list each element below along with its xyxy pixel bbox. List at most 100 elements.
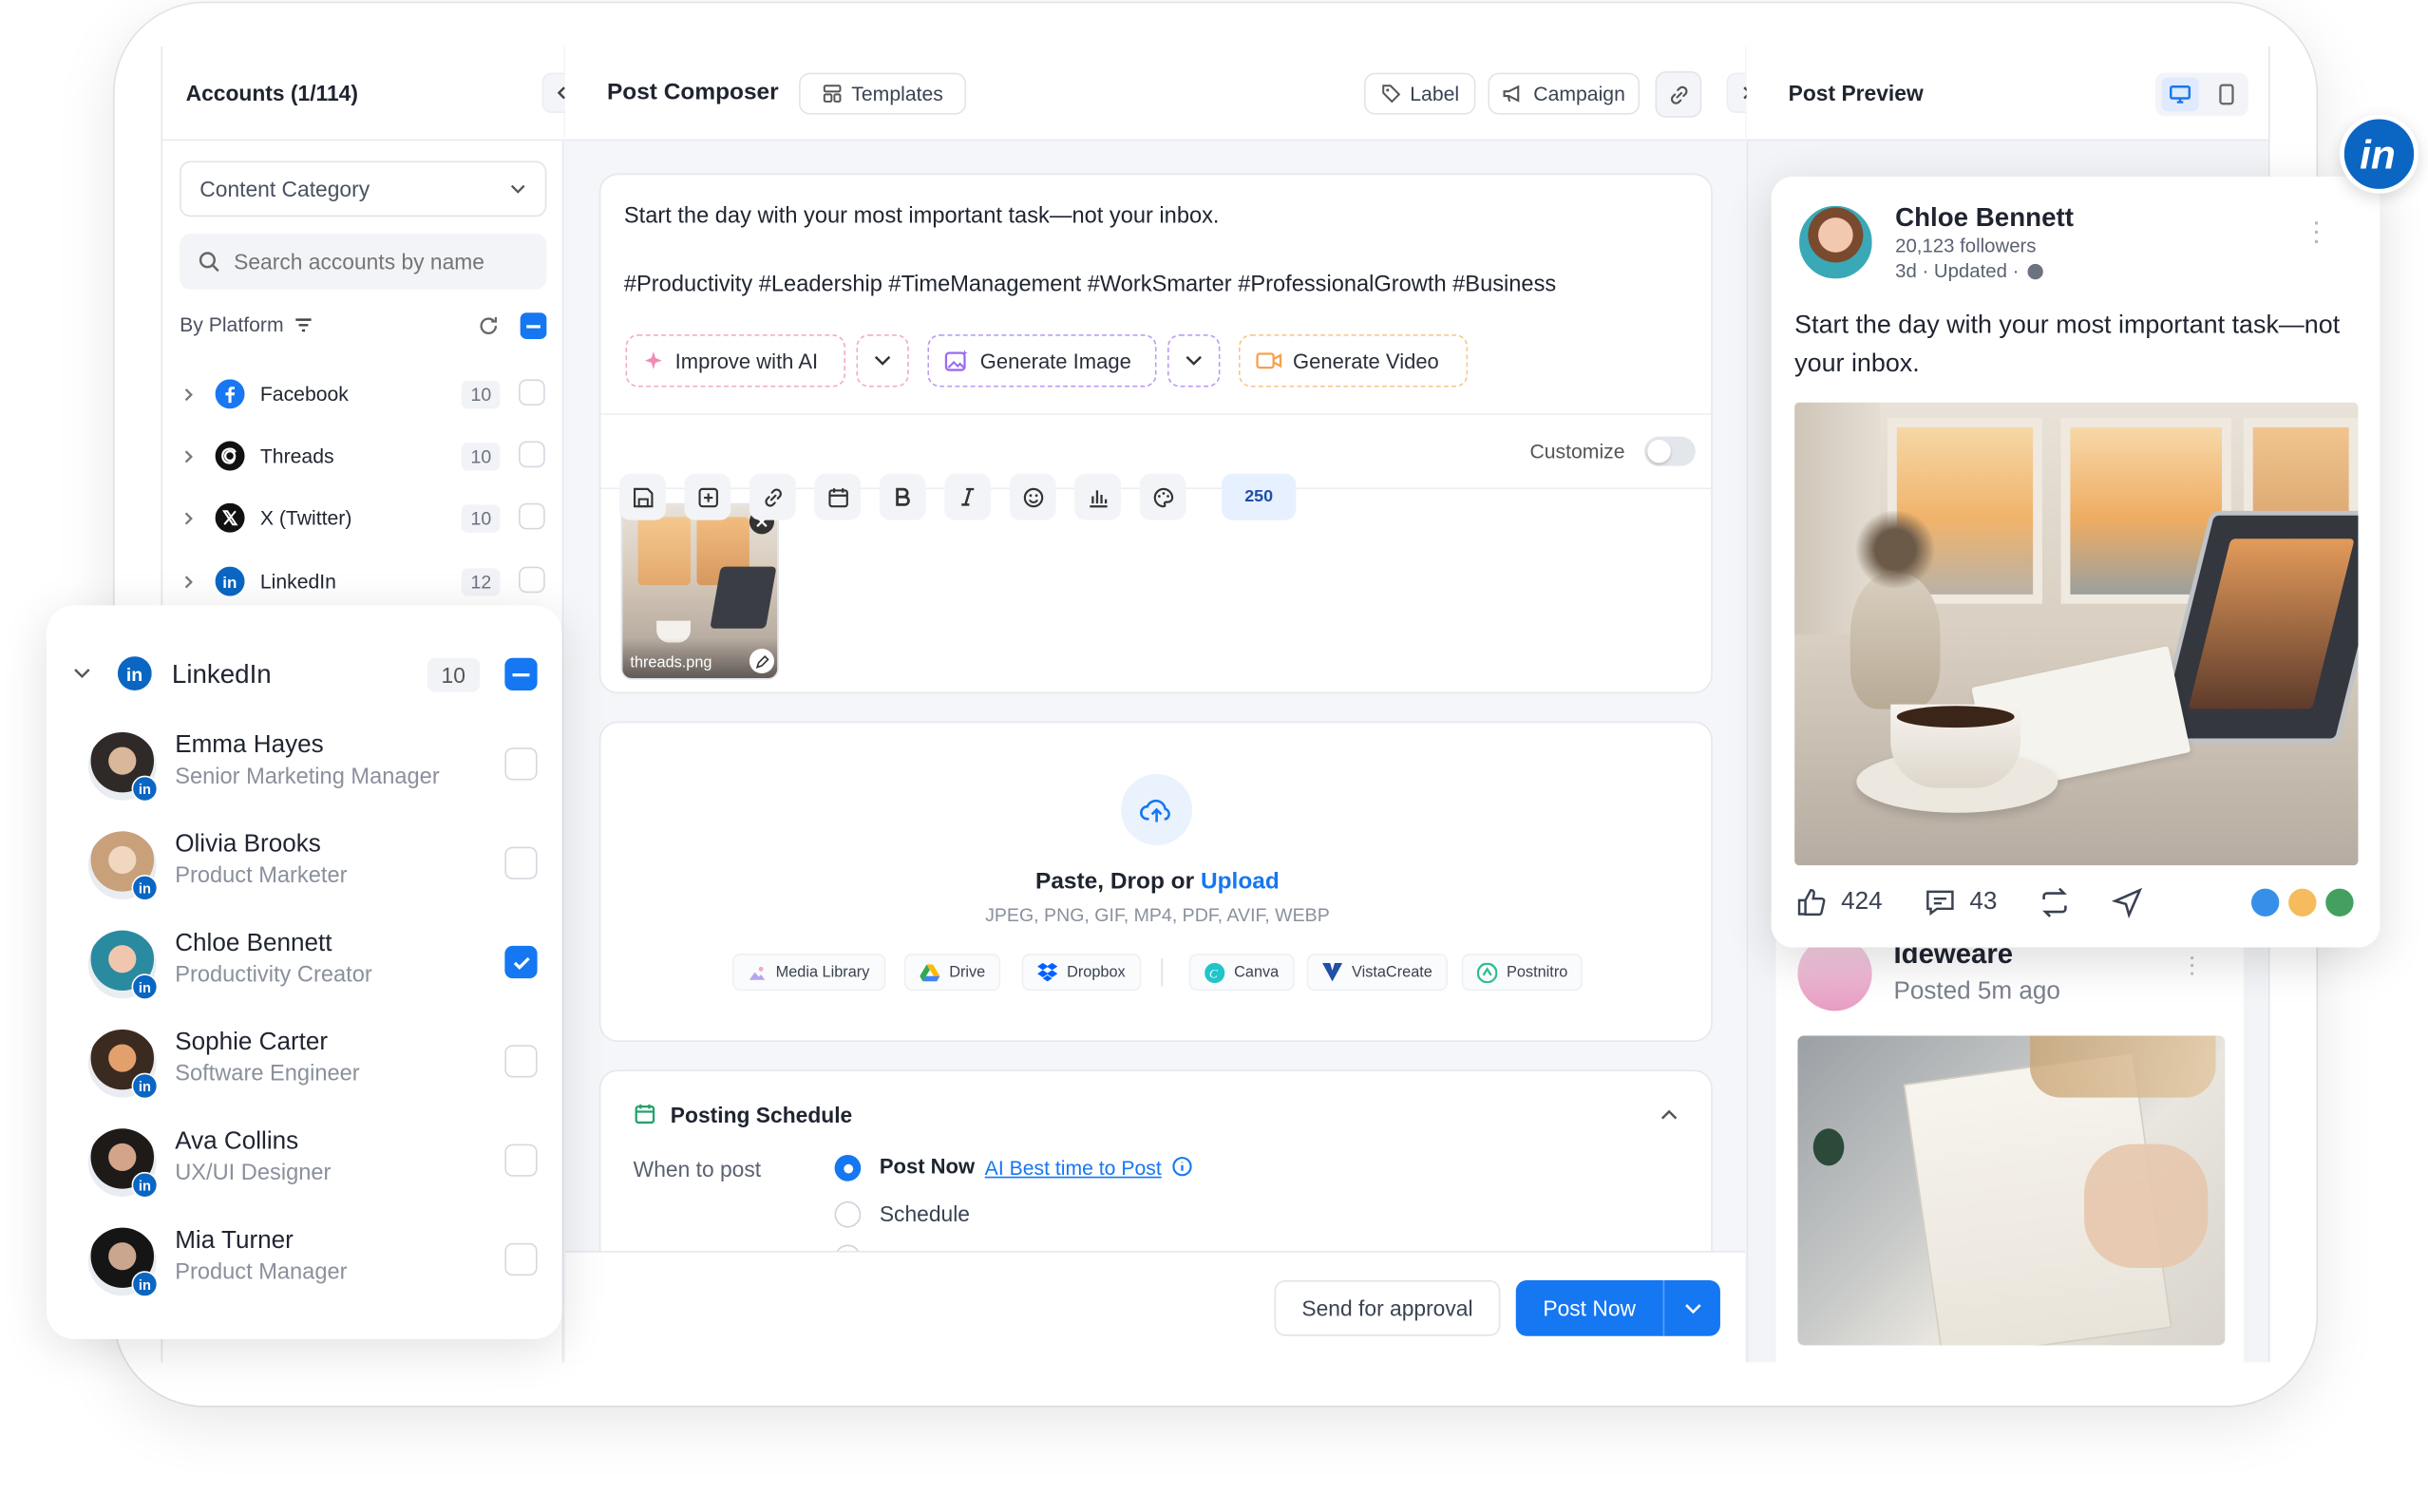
account-checkbox[interactable] [504, 1143, 538, 1177]
account-checkbox-checked[interactable] [504, 945, 538, 979]
platform-row-threads[interactable]: Threads 10 [162, 437, 563, 483]
platform-name: Facebook [259, 382, 349, 406]
content-category-select[interactable]: Content Category [180, 161, 547, 217]
generate-video-button[interactable]: Generate Video [1239, 334, 1469, 387]
campaign-text: Campaign [1533, 82, 1625, 105]
generate-image-button[interactable]: Generate Image [927, 334, 1157, 387]
account-name: Ava Collins [175, 1128, 299, 1155]
vistacreate-source[interactable]: VistaCreate [1306, 954, 1449, 992]
linkedin-select-all-checkbox[interactable] [504, 657, 538, 690]
chevron-right-icon [184, 450, 193, 463]
platform-row-linkedin[interactable]: in LinkedIn 12 [162, 562, 563, 609]
postnitro-source[interactable]: Postnitro [1461, 954, 1584, 992]
more-options-icon[interactable]: · · · [2188, 945, 2196, 985]
chevron-up-icon[interactable] [1660, 1108, 1679, 1121]
select-all-checkbox[interactable] [520, 312, 547, 339]
platform-checkbox[interactable] [519, 379, 545, 406]
bold-button[interactable] [879, 473, 926, 520]
account-role: Software Engineer [175, 1062, 360, 1087]
post-now-radio[interactable] [834, 1154, 862, 1181]
platform-checkbox[interactable] [519, 502, 545, 530]
plus-square-icon [697, 486, 718, 507]
send-icon[interactable] [2112, 887, 2143, 918]
composer-title: Post Composer [606, 79, 779, 105]
upload-link[interactable]: Upload [1201, 868, 1280, 895]
drive-source[interactable]: Drive [903, 954, 1001, 992]
post-now-option[interactable]: Post Now [880, 1155, 975, 1178]
ai-best-time-link[interactable]: AI Best time to Post [985, 1157, 1162, 1180]
account-checkbox[interactable] [504, 1045, 538, 1078]
edit-attachment-button[interactable] [749, 648, 774, 674]
italic-button[interactable] [944, 473, 992, 520]
account-checkbox[interactable] [504, 846, 538, 879]
post-now-split-button: Post Now [1515, 1280, 1720, 1336]
linkedin-account-row[interactable]: in Ava Collins UX/UI Designer [47, 1125, 562, 1206]
post-hashtags[interactable]: #Productivity #Leadership #TimeManagemen… [624, 273, 1693, 297]
canva-source[interactable]: C Canva [1188, 954, 1295, 992]
platform-row-x[interactable]: X (Twitter) 10 [162, 499, 563, 545]
post-options-dropdown[interactable] [1664, 1280, 1720, 1336]
label-button[interactable]: Label [1364, 72, 1476, 115]
svg-text:in: in [222, 574, 237, 592]
improve-ai-button[interactable]: Improve with AI [625, 334, 845, 387]
media-library-icon [749, 966, 766, 979]
emoji-button[interactable] [1009, 473, 1056, 520]
campaign-button[interactable]: Campaign [1488, 72, 1641, 115]
account-checkbox[interactable] [504, 1242, 538, 1276]
desktop-view-button[interactable] [2160, 77, 2198, 112]
insert-link-button[interactable] [749, 473, 796, 520]
account-search[interactable] [180, 234, 547, 290]
linkedin-account-row[interactable]: in Emma Hayes Senior Marketing Manager [47, 729, 562, 810]
add-media-button[interactable] [684, 473, 731, 520]
mobile-view-button[interactable] [2209, 78, 2243, 112]
improve-ai-dropdown[interactable] [856, 334, 909, 387]
schedule-option[interactable]: Schedule [880, 1201, 970, 1226]
linkedin-account-row[interactable]: in Chloe Bennett Productivity Creator [47, 927, 562, 1008]
chevron-down-icon [874, 355, 891, 366]
refresh-icon[interactable] [477, 314, 500, 337]
search-input[interactable] [234, 249, 528, 274]
by-platform-filter[interactable]: By Platform [180, 312, 313, 336]
account-name: Chloe Bennett [175, 930, 332, 957]
platform-checkbox[interactable] [519, 566, 545, 594]
celebrate-reaction-icon [2323, 885, 2357, 920]
platform-row-facebook[interactable]: Facebook 10 [162, 374, 563, 421]
chart-button[interactable] [1074, 473, 1122, 520]
schedule-radio[interactable] [834, 1200, 862, 1228]
templates-button[interactable]: Templates [799, 72, 967, 115]
linkedin-account-row[interactable]: in Mia Turner Product Manager [47, 1224, 562, 1305]
repost-icon[interactable] [2038, 885, 2072, 919]
palette-button[interactable] [1139, 473, 1186, 520]
chevron-down-icon[interactable] [73, 668, 92, 680]
post-now-button[interactable]: Post Now [1516, 1280, 1665, 1336]
generate-image-dropdown[interactable] [1167, 334, 1221, 387]
send-approval-button[interactable]: Send for approval [1274, 1280, 1501, 1336]
platform-checkbox[interactable] [519, 441, 545, 468]
second-post-image [1797, 1035, 2226, 1346]
calendar-button[interactable] [814, 473, 862, 520]
linkedin-badge-icon: in [2339, 114, 2419, 194]
second-preview-card: Ideweare Posted 5m ago · · · [1775, 913, 2244, 1363]
bar-chart-icon [1089, 489, 1107, 507]
account-role: UX/UI Designer [175, 1161, 332, 1186]
comments-count: 43 [1969, 888, 1998, 916]
preview-title: Post Preview [1788, 80, 1924, 105]
linkedin-account-row[interactable]: in Sophie Carter Software Engineer [47, 1027, 562, 1107]
attachment-thumbnail[interactable]: threads.png [620, 502, 779, 680]
linkedin-badge-icon: in [131, 1271, 159, 1297]
templates-label: Templates [851, 82, 943, 105]
more-options-icon[interactable]: · · · [2312, 207, 2322, 254]
platform-name: X (Twitter) [259, 506, 352, 530]
account-checkbox[interactable] [504, 747, 538, 781]
likes-stat[interactable]: 424 [1794, 885, 1883, 919]
link-button[interactable] [1655, 70, 1702, 118]
customize-toggle[interactable] [1644, 436, 1696, 466]
comments-stat[interactable]: 43 [1923, 885, 1997, 919]
media-library-source[interactable]: Media Library [731, 954, 885, 992]
character-count: 250 [1222, 473, 1297, 520]
linkedin-account-row[interactable]: in Olivia Brooks Product Marketer [47, 828, 562, 909]
save-draft-button[interactable] [619, 473, 666, 520]
upload-card[interactable]: Paste, Drop or Upload JPEG, PNG, GIF, MP… [598, 721, 1713, 1042]
dropbox-source[interactable]: Dropbox [1021, 954, 1142, 992]
post-text-line1[interactable]: Start the day with your most important t… [624, 204, 1693, 229]
